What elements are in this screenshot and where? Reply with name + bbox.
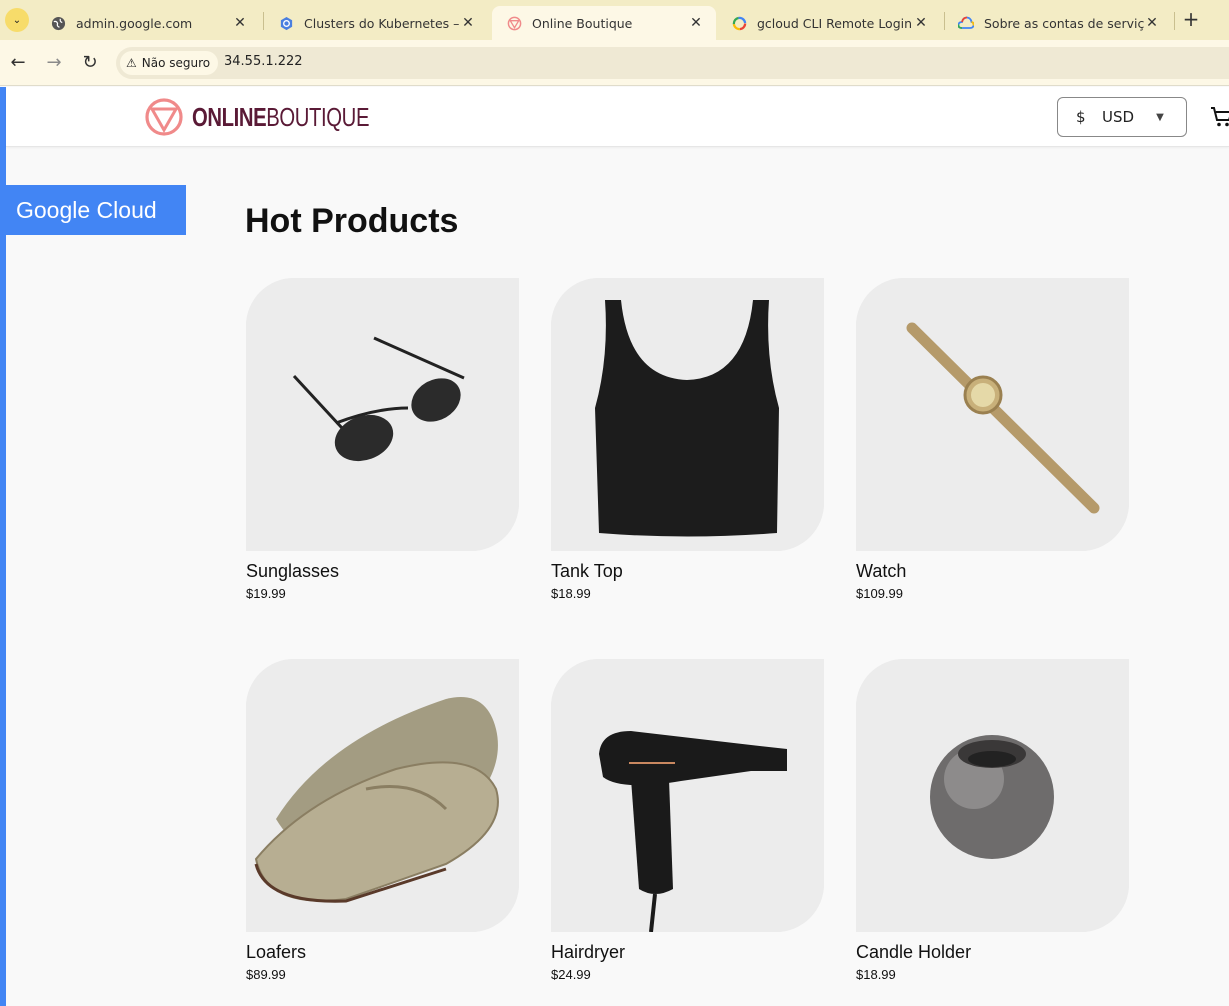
back-arrow-icon[interactable]: ← [6, 51, 30, 75]
warning-icon: ⚠ [126, 56, 137, 70]
address-bar[interactable]: ⚠ Não seguro 34.55.1.222 [116, 47, 1229, 79]
product-name[interactable]: Tank Top [551, 561, 824, 582]
product-card[interactable]: Sunglasses $19.99 [246, 278, 519, 601]
browser-toolbar: ← → ↻ ⚠ Não seguro 34.55.1.222 [0, 40, 1229, 86]
close-tab-icon[interactable]: ✕ [232, 15, 248, 31]
kubernetes-icon [278, 15, 294, 31]
tab-online-boutique[interactable]: Online Boutique ✕ [492, 6, 716, 40]
new-tab-button[interactable]: + [1180, 8, 1202, 32]
globe-icon [50, 15, 66, 31]
product-card[interactable]: Hairdryer $24.99 [551, 659, 824, 982]
product-price: $19.99 [246, 586, 286, 601]
tab-gcloud-login[interactable]: gcloud CLI Remote Login ✕ [717, 6, 941, 40]
page-title: Hot Products [245, 202, 459, 240]
product-image[interactable] [856, 659, 1129, 932]
product-image[interactable] [551, 659, 824, 932]
candle-holder-image [856, 659, 1129, 932]
product-image[interactable] [246, 278, 519, 551]
product-name[interactable]: Watch [856, 561, 1129, 582]
tab-separator [1174, 12, 1175, 30]
currency-select[interactable]: $ USD ▼ [1057, 97, 1187, 137]
hairdryer-image [551, 659, 824, 932]
tank-top-image [551, 278, 824, 551]
logo-wordmark: ONLINEBOUTIQUE [192, 102, 369, 133]
currency-code: USD [1102, 108, 1135, 126]
close-tab-icon[interactable]: ✕ [688, 15, 704, 31]
product-card[interactable]: Candle Holder $18.99 [856, 659, 1129, 982]
product-price: $18.99 [551, 586, 591, 601]
google-icon [731, 15, 747, 31]
tab-title: Clusters do Kubernetes – Kub [304, 15, 460, 31]
site-logo[interactable]: ONLINEBOUTIQUE [144, 97, 419, 137]
google-cloud-icon [958, 15, 974, 31]
product-price: $24.99 [551, 967, 591, 982]
tab-title: gcloud CLI Remote Login [757, 15, 913, 31]
tab-title: admin.google.com [76, 15, 193, 31]
close-tab-icon[interactable]: ✕ [460, 15, 476, 31]
tab-kubernetes-clusters[interactable]: Clusters do Kubernetes – Kub ✕ [264, 6, 488, 40]
boutique-icon [506, 15, 522, 31]
tab-admin-google[interactable]: admin.google.com ✕ [36, 6, 260, 40]
tab-title: Online Boutique [532, 15, 633, 31]
logo-bold-text: ONLINE [192, 101, 267, 132]
page-viewport: ONLINEBOUTIQUE $ USD ▼ Google Cloud Hot … [0, 87, 1229, 1006]
tab-search-button[interactable]: ⌄ [5, 8, 29, 32]
product-image[interactable] [246, 659, 519, 932]
product-image[interactable] [551, 278, 824, 551]
tab-title: Sobre as contas de serviço no [984, 15, 1144, 31]
currency-symbol: $ [1076, 108, 1086, 126]
product-price: $109.99 [856, 586, 903, 601]
chevron-down-icon: ▼ [1156, 111, 1164, 123]
reload-icon[interactable]: ↻ [78, 51, 102, 75]
browser-tabstrip: ⌄ admin.google.com ✕ Clusters do Kuberne… [0, 0, 1229, 40]
security-indicator[interactable]: ⚠ Não seguro [120, 51, 219, 75]
product-name[interactable]: Candle Holder [856, 942, 1129, 963]
sunglasses-image [246, 278, 519, 551]
url-text[interactable]: 34.55.1.222 [224, 54, 303, 69]
product-card[interactable]: Loafers $89.99 [246, 659, 519, 982]
tab-service-accounts[interactable]: Sobre as contas de serviço no ✕ [944, 6, 1172, 40]
product-name[interactable]: Hairdryer [551, 942, 824, 963]
site-header: ONLINEBOUTIQUE $ USD ▼ [6, 87, 1229, 147]
watch-image [856, 278, 1129, 551]
product-price: $18.99 [856, 967, 896, 982]
product-name[interactable]: Sunglasses [246, 561, 519, 582]
product-card[interactable]: Watch $109.99 [856, 278, 1129, 601]
cart-icon[interactable] [1210, 105, 1229, 129]
boutique-logo-icon [145, 98, 183, 136]
product-image[interactable] [856, 278, 1129, 551]
loafers-image [246, 659, 519, 932]
close-tab-icon[interactable]: ✕ [913, 15, 929, 31]
close-tab-icon[interactable]: ✕ [1144, 15, 1160, 31]
product-price: $89.99 [246, 967, 286, 982]
product-card[interactable]: Tank Top $18.99 [551, 278, 824, 601]
forward-arrow-icon[interactable]: → [42, 51, 66, 75]
logo-thin-text: BOUTIQUE [266, 101, 370, 132]
security-label: Não seguro [141, 56, 211, 70]
google-cloud-badge: Google Cloud [6, 185, 186, 235]
product-name[interactable]: Loafers [246, 942, 519, 963]
